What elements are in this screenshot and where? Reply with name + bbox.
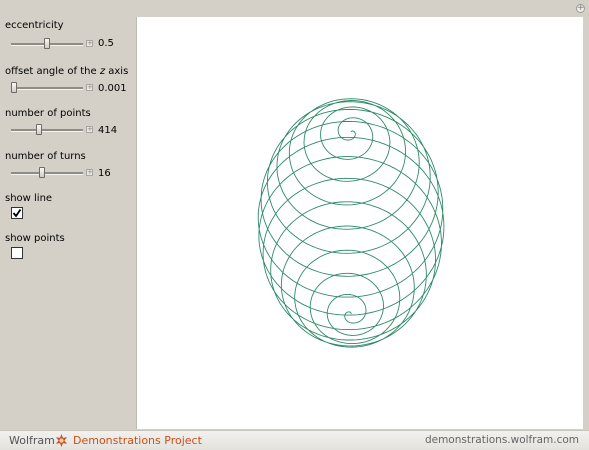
number-of-points-value: 414 [98,125,118,136]
show-line-checkbox[interactable] [11,207,23,219]
slider-thumb[interactable] [44,38,50,49]
eccentricity-value: 0.5 [98,38,114,49]
slider-thumb[interactable] [39,167,45,178]
brand-project[interactable]: Demonstrations Project [73,434,202,447]
plus-icon[interactable]: + [86,169,93,176]
slider-thumb[interactable] [36,124,42,135]
expand-plus-icon[interactable]: + [576,4,585,13]
site-link[interactable]: demonstrations.wolfram.com [425,434,579,446]
show-points-label: show points [5,233,65,244]
offset-angle-label: offset angle of the z axis [5,66,129,77]
number-of-points-slider[interactable] [11,124,83,136]
plus-icon[interactable]: + [86,84,93,91]
show-line-label: show line [5,193,53,204]
number-of-turns-label: number of turns [5,151,86,162]
footer-bar: Wolfram Demonstrations Project demonstra… [0,430,589,450]
number-of-turns-slider[interactable] [11,167,83,179]
slider-thumb[interactable] [11,82,17,93]
slider-track [11,87,83,90]
spherical-spiral-curve [257,98,445,348]
eccentricity-slider[interactable] [11,38,83,50]
offset-angle-slider[interactable] [11,82,83,94]
show-points-checkbox[interactable] [11,247,23,259]
plot-area [136,17,583,429]
slider-track [11,172,83,175]
number-of-turns-value: 16 [98,168,111,179]
spiral-line [257,98,445,348]
control-panel: eccentricity + 0.5 offset angle of the z… [0,0,136,430]
brand-wolfram: Wolfram [9,434,55,447]
eccentricity-label: eccentricity [5,20,64,31]
number-of-points-label: number of points [5,108,91,119]
plus-icon[interactable]: + [86,40,93,47]
spikey-icon [55,434,68,447]
checkmark-icon [12,208,22,218]
plus-icon[interactable]: + [86,126,93,133]
slider-track [11,129,83,132]
offset-angle-value: 0.001 [98,83,127,94]
